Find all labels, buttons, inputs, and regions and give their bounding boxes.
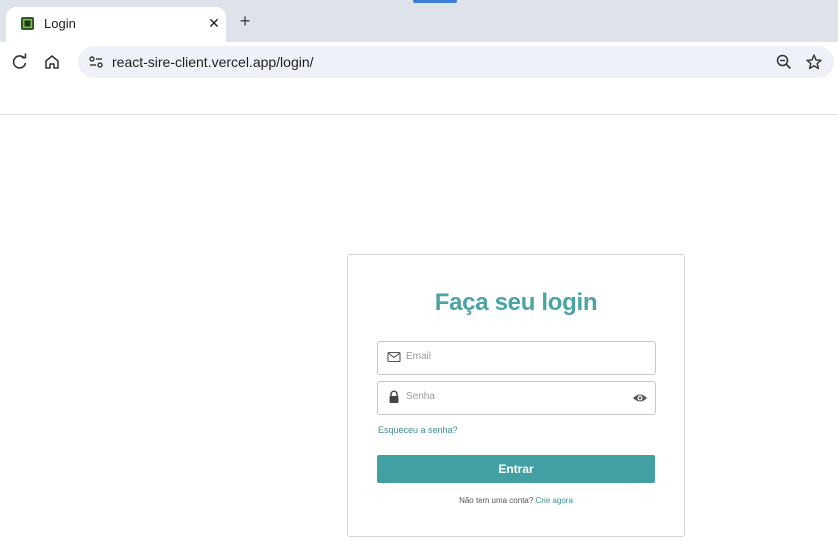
- forgot-password-link[interactable]: Esqueceu a senha?: [378, 425, 458, 435]
- zoom-icon[interactable]: [774, 52, 794, 72]
- password-placeholder: Senha: [406, 391, 435, 402]
- close-icon[interactable]: ✕: [204, 13, 224, 33]
- login-card: Faça seu login Email Senha Esqueceu a se…: [347, 254, 685, 537]
- create-account-link[interactable]: Crie agora: [536, 496, 573, 505]
- signup-prompt: Não tem uma conta? Crie agora: [348, 496, 684, 505]
- reload-icon[interactable]: [10, 52, 30, 72]
- tab-login[interactable]: Login ✕: [6, 7, 226, 42]
- tab-title: Login: [44, 16, 76, 31]
- email-field[interactable]: Email: [377, 341, 656, 375]
- password-field[interactable]: Senha: [377, 381, 656, 415]
- submit-button[interactable]: Entrar: [377, 455, 655, 483]
- no-account-text: Não tem uma conta?: [459, 496, 534, 505]
- address-bar[interactable]: react-sire-client.vercel.app/login/: [78, 46, 834, 78]
- new-tab-button[interactable]: +: [234, 11, 256, 33]
- star-icon[interactable]: [804, 52, 824, 72]
- header-divider: [0, 114, 838, 115]
- tab-strip-indicator: [413, 0, 457, 3]
- url-text[interactable]: react-sire-client.vercel.app/login/: [112, 54, 314, 70]
- tab-strip: Login ✕ +: [0, 0, 838, 42]
- lock-icon: [389, 390, 399, 403]
- eye-icon[interactable]: [632, 391, 648, 405]
- page-title: Faça seu login: [434, 289, 598, 316]
- mail-icon: [387, 351, 401, 363]
- browser-toolbar: react-sire-client.vercel.app/login/: [0, 42, 838, 82]
- email-placeholder: Email: [406, 351, 432, 362]
- home-icon[interactable]: [42, 52, 62, 72]
- site-info-icon[interactable]: [86, 52, 106, 72]
- favicon-icon: [21, 17, 34, 30]
